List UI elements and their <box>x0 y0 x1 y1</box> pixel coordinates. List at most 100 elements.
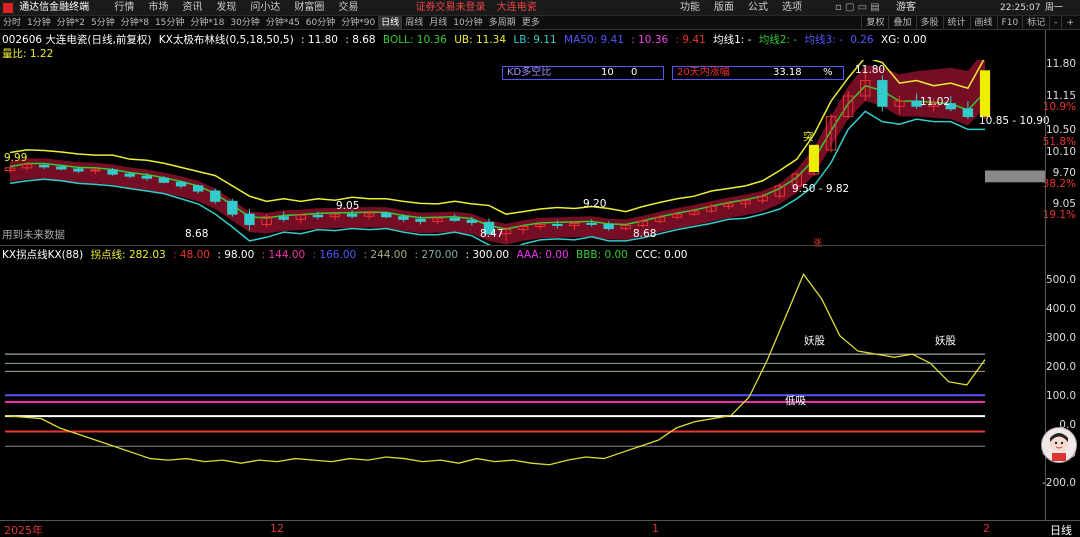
aaa-value: AAA: 0.00 <box>516 249 569 261</box>
candle-body <box>107 169 118 175</box>
low-label-2: 8.47 <box>480 228 504 240</box>
period-tab[interactable]: 分钟*8 <box>118 16 152 30</box>
sub-legend: KX拐点线KX(88) 拐点线: 282.03 : 48.00 : 98.00 … <box>2 247 691 262</box>
price-axis-label: 10.50 <box>1045 124 1076 136</box>
ub-value: UB: 11.34 <box>454 34 507 46</box>
candle-body <box>39 164 50 168</box>
level-166: : 166.00 <box>312 249 357 261</box>
period-tab[interactable]: 多周期 <box>486 16 519 30</box>
toolbar-button[interactable]: + <box>1061 16 1078 30</box>
toolbar-button[interactable]: 画线 <box>969 16 997 30</box>
bbb-value: BBB: 0.00 <box>575 249 628 261</box>
indicator-name[interactable]: KX太极布林线(0,5,18,50,5) <box>159 34 294 46</box>
signal-bar <box>808 144 819 173</box>
price-label-999: 9.99 <box>4 152 28 164</box>
tu-marker: 突 <box>803 131 814 143</box>
future-data-note: 用到未来数据 <box>2 229 65 241</box>
user-label[interactable]: 游客 <box>896 0 916 16</box>
right-menu-item[interactable]: 公式 <box>748 0 768 16</box>
level-244: : 244.00 <box>363 249 408 261</box>
menu-item[interactable]: 资讯 <box>182 0 202 16</box>
candle-body <box>210 190 221 202</box>
trade-login-notice[interactable]: 证券交易未登录 <box>416 0 486 16</box>
lb-value: LB: 9.11 <box>513 34 557 46</box>
candle-body <box>56 166 67 170</box>
period-tab[interactable]: 分钟*18 <box>187 16 227 30</box>
toolbar-button[interactable]: 统计 <box>942 16 970 30</box>
jx1-value: 均线1: - <box>713 34 752 46</box>
level-48: : 48.00 <box>173 249 210 261</box>
period-tab[interactable]: 60分钟 <box>303 16 338 30</box>
level-98: : 98.00 <box>217 249 255 261</box>
candle-body <box>141 175 153 179</box>
right-menu-item[interactable]: 选项 <box>782 0 802 16</box>
period-tab[interactable]: 10分钟 <box>450 16 485 30</box>
main-menu: 行情 市场 资讯 发现 问小达 财富圈 交易 <box>114 2 372 13</box>
window-controls[interactable]: ▫ ▢ ▭ ▤ <box>835 0 880 16</box>
period-tab[interactable]: 30分钟 <box>227 16 262 30</box>
candle-body <box>962 108 974 118</box>
period-tab[interactable]: 周线 <box>402 16 426 30</box>
vol-ratio: 量比: 1.22 <box>2 48 54 60</box>
period-tab[interactable]: 分时 <box>0 16 24 30</box>
right-menu-item[interactable]: 版面 <box>714 0 734 16</box>
stock-title[interactable]: 002606 大连电瓷(日线,前复权) <box>2 34 151 46</box>
candle-body <box>381 212 392 218</box>
period-indicator[interactable]: 日线 <box>1050 522 1072 537</box>
sub-title[interactable]: KX拐点线KX(88) <box>2 249 83 261</box>
menu-item[interactable]: 行情 <box>114 0 134 16</box>
candle-body <box>449 217 460 221</box>
turning-point-chart[interactable] <box>0 262 1045 520</box>
jx3-extra: 0.26 <box>850 34 874 46</box>
stock-notice[interactable]: 大连电瓷 <box>497 0 537 16</box>
menu-item[interactable]: 交易 <box>338 0 358 16</box>
panel-divider <box>0 245 1045 246</box>
price-label-1102: 11.02 <box>920 96 951 108</box>
sub-axis-label: 100.0 <box>1045 390 1076 402</box>
toolbar-button[interactable]: 复权 <box>861 16 888 30</box>
period-tab[interactable]: 分钟*2 <box>54 16 88 30</box>
main-price-chart[interactable] <box>0 60 1045 245</box>
assistant-avatar-icon[interactable] <box>1041 427 1077 463</box>
low-label-3: 8.68 <box>633 228 657 240</box>
price-axis-label: 19.1% <box>1042 209 1076 221</box>
ccc-value: CCC: 0.00 <box>635 249 688 261</box>
toolbar-button[interactable]: 标记 <box>1022 16 1049 30</box>
trading-terminal: 通达信金融终端 行情 市场 资讯 发现 问小达 财富圈 交易 证券交易未登录 大连电瓷 功能… <box>0 0 1080 537</box>
toolbar-button[interactable]: - <box>1049 16 1061 30</box>
price-axis-label: 10.10 <box>1045 146 1076 158</box>
menu-item[interactable]: 发现 <box>216 0 236 16</box>
period-tab[interactable]: 日线 <box>378 16 403 30</box>
time-label-2: 2 <box>983 522 990 535</box>
right-menu: 功能 版面 公式 选项 <box>680 0 816 16</box>
period-tab[interactable]: 5分钟 <box>88 16 118 30</box>
sub-axis-label: 300.0 <box>1045 332 1076 344</box>
period-tab[interactable]: 更多 <box>519 16 543 30</box>
toolbar-button[interactable]: 多股 <box>915 16 943 30</box>
clock-time: 22:25:07 <box>1000 3 1041 13</box>
value-2: : 8.68 <box>345 34 376 46</box>
sub-axis-label: 400.0 <box>1045 303 1076 315</box>
candle-body <box>415 218 426 222</box>
toolbar-button[interactable]: F10 <box>996 16 1023 30</box>
app-logo-icon <box>3 3 13 13</box>
toolbar-button[interactable]: 叠加 <box>888 16 915 30</box>
period-tab[interactable]: 分钟*90 <box>338 16 378 30</box>
title-bar: 通达信金融终端 行情 市场 资讯 发现 问小达 财富圈 交易 证券交易未登录 大连电瓷 功能… <box>0 0 1080 16</box>
m2-value: : 9.41 <box>675 34 706 46</box>
period-tab[interactable]: 分钟*45 <box>263 16 303 30</box>
period-tab[interactable]: 1分钟 <box>24 16 54 30</box>
candle-body <box>398 216 409 220</box>
weekday: 周一 <box>1045 3 1064 13</box>
right-menu-item[interactable]: 功能 <box>680 0 700 16</box>
signal-bar <box>980 70 990 117</box>
period-tab[interactable]: 月线 <box>426 16 450 30</box>
candle-body <box>73 168 84 172</box>
menu-item[interactable]: 问小达 <box>250 0 280 16</box>
price-label-920: 9.20 <box>583 198 607 210</box>
sub-axis-label: 200.0 <box>1045 361 1076 373</box>
period-tab[interactable]: 15分钟 <box>152 16 187 30</box>
menu-item[interactable]: 财富圈 <box>294 0 324 16</box>
menu-item[interactable]: 市场 <box>148 0 168 16</box>
level-144: : 144.00 <box>261 249 306 261</box>
